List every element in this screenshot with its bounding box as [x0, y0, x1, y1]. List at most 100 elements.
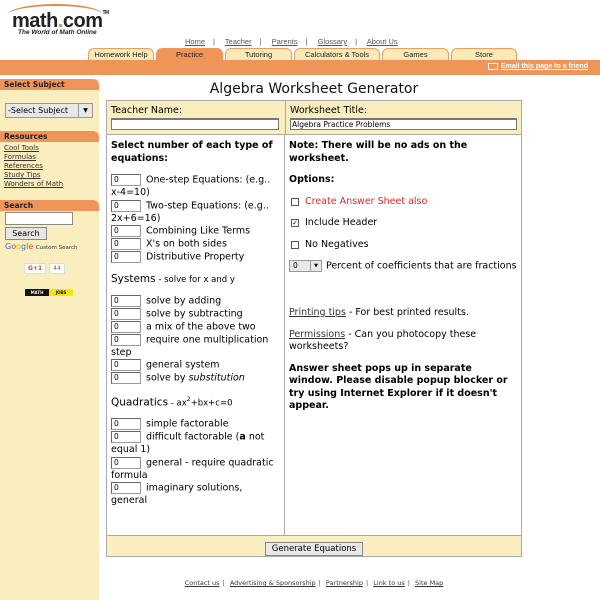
quadratic-row-simple: 0 simple factorable — [111, 418, 280, 431]
tab-store[interactable]: Store — [451, 48, 517, 60]
email-page-link[interactable]: Email this page to a friend — [487, 63, 588, 70]
xs-both-sides-count-input[interactable]: 0 — [111, 238, 141, 250]
teacher-name-label: Teacher Name: — [111, 105, 183, 116]
two-step-count-input[interactable]: 0 — [111, 199, 141, 212]
printing-tips-link[interactable]: Printing tips — [289, 307, 346, 318]
worksheet-title-label: Worksheet Title: — [290, 105, 368, 116]
options-heading: Options: — [289, 174, 335, 185]
permissions-row: Permissions - Can you photocopy these wo… — [289, 328, 477, 353]
percent-fractions-row: 0 ▼ Percent of coefficients that are fract… — [289, 260, 517, 273]
solve-by-adding-count-input[interactable]: 0 — [111, 294, 141, 307]
search-button[interactable]: Search — [5, 227, 47, 240]
simple-factorable-count-input[interactable]: 0 — [111, 418, 141, 430]
resource-link-cool-tools[interactable]: Cool Tools — [4, 144, 95, 153]
math-com-logo[interactable]: math.comTM The World of Math Online — [8, 4, 109, 38]
math-jobs-banner[interactable]: MATH JOBS — [25, 289, 73, 296]
resources-heading: Resources — [0, 131, 99, 142]
google-plus-widget: G+1 44 — [24, 263, 65, 274]
systems-heading: Systems - solve for x and y — [111, 273, 235, 285]
general-system-count-input[interactable]: 0 — [111, 359, 141, 371]
chevron-down-icon: ▼ — [78, 104, 92, 117]
system-row-subtracting: 0 solve by subtracting — [111, 307, 280, 321]
generate-equations-button[interactable]: Generate Equations — [264, 542, 364, 556]
popup-note: Answer sheet pops up in separate window.… — [289, 362, 508, 412]
form-footer: Generate Equations — [107, 535, 521, 556]
equation-row-distributive: 0 Distributive Property — [111, 251, 280, 264]
google-custom-search-logo: Google Custom Search — [5, 242, 78, 251]
one-multiplication-count-input[interactable]: 0 — [111, 333, 141, 346]
distributive-count-input[interactable]: 0 — [111, 251, 141, 263]
equation-types-column: Select number of each type of equations:… — [107, 135, 285, 535]
search-input[interactable] — [5, 212, 73, 225]
mix-count-input[interactable]: 0 — [111, 320, 141, 333]
no-negatives-checkbox[interactable] — [291, 240, 299, 249]
permissions-link[interactable]: Permissions — [289, 329, 345, 340]
envelope-icon — [487, 63, 498, 70]
tab-tutoring[interactable]: Tutoring — [225, 48, 292, 60]
one-step-count-input[interactable]: 0 — [111, 174, 141, 186]
footer-link-advertising[interactable]: Advertising & Sponsorship — [230, 579, 316, 587]
footer-link-site-map[interactable]: Site Map — [415, 579, 443, 587]
equation-row-one-step: 0 One-step Equations: (e.g.. x-4=10) — [111, 174, 271, 198]
top-link-parents[interactable]: Parents — [272, 37, 298, 46]
tab-practice[interactable]: Practice — [156, 48, 223, 60]
teacher-name-input[interactable] — [111, 118, 279, 130]
quadratic-row-general: 0 general - require quadratic formula — [111, 456, 274, 481]
resource-link-references[interactable]: References — [4, 162, 95, 171]
quadratic-row-imaginary: 0 imaginary solutions, general — [111, 482, 243, 506]
worksheet-form: Teacher Name: Worksheet Title: Algebra P… — [106, 100, 522, 557]
system-row-mix: 0a mix of the above two — [111, 320, 280, 334]
general-quadratic-count-input[interactable]: 0 — [111, 456, 141, 469]
equation-row-combining-like-terms: 0 Combining Like Terms — [111, 225, 280, 238]
system-row-multiplication: 0 require one multiplication step — [111, 333, 269, 358]
footer-link-link-to-us[interactable]: Link to us — [373, 579, 404, 587]
quadratics-heading: Quadratics - ax2+bx+c=0 — [111, 396, 233, 409]
footer-links: Contact us | Advertising & Sponsorship | P… — [184, 579, 444, 587]
resource-link-formulas[interactable]: Formulas — [4, 153, 95, 162]
options-column: Note: There will be no ads on the worksh… — [285, 135, 521, 535]
solve-by-subtracting-count-input[interactable]: 0 — [111, 307, 141, 320]
sidebar: Select Subject -Select Subject ▼ Resourc… — [0, 79, 99, 600]
worksheet-title-input[interactable]: Algebra Practice Problems — [290, 118, 517, 130]
resources-list: Cool Tools Formulas References Study Tip… — [0, 142, 99, 191]
equation-row-two-step: 0 Two-step Equations: (e.g.. 2x+6=16) — [111, 199, 269, 224]
combining-like-terms-count-input[interactable]: 0 — [111, 225, 141, 237]
imaginary-solutions-count-input[interactable]: 0 — [111, 482, 141, 494]
tab-homework-help[interactable]: Homework Help — [88, 48, 154, 60]
quadratic-row-difficult: 0 difficult factorable (a not equal 1) — [111, 431, 265, 455]
tab-calculators-tools[interactable]: Calculators & Tools — [294, 48, 380, 60]
option-include-header[interactable]: ✓ Include Header — [289, 217, 517, 230]
top-link-home[interactable]: Home — [185, 37, 205, 46]
answer-sheet-checkbox[interactable] — [291, 197, 299, 206]
logo-tagline: The World of Math Online — [18, 29, 97, 36]
top-link-about-us[interactable]: About Us — [367, 37, 398, 46]
select-subject-dropdown[interactable]: -Select Subject ▼ — [5, 103, 93, 118]
resource-link-study-tips[interactable]: Study Tips — [4, 171, 95, 180]
page-title: Algebra Worksheet Generator — [209, 81, 419, 97]
teacher-name-cell: Teacher Name: — [107, 101, 285, 135]
percent-fractions-select[interactable]: 0 ▼ — [289, 260, 322, 272]
search-heading: Search — [0, 200, 99, 211]
system-row-substitution: 0 solve by substitution — [111, 372, 280, 385]
main-tabs: Homework Help Practice Tutoring Calculat… — [88, 48, 519, 60]
difficult-factorable-count-input[interactable]: 0 — [111, 431, 141, 443]
include-header-checkbox[interactable]: ✓ — [291, 219, 299, 228]
google-plus-button[interactable]: G+1 — [24, 263, 47, 274]
footer-link-partnership[interactable]: Partnership — [326, 579, 363, 587]
top-link-teacher[interactable]: Teacher — [225, 37, 252, 46]
equation-row-xs-both-sides: 0 X's on both sides — [111, 238, 280, 251]
tab-games[interactable]: Games — [382, 48, 449, 60]
option-create-answer-sheet[interactable]: Create Answer Sheet also — [289, 196, 517, 209]
system-row-general: 0 general system — [111, 359, 280, 372]
resource-link-wonders-of-math[interactable]: Wonders of Math — [4, 180, 95, 189]
chevron-down-icon: ▼ — [310, 261, 321, 271]
substitution-count-input[interactable]: 0 — [111, 372, 141, 384]
worksheet-title-cell: Worksheet Title: Algebra Practice Proble… — [286, 101, 521, 135]
select-subject-value: -Select Subject — [8, 106, 69, 115]
footer-link-contact[interactable]: Contact us — [185, 579, 220, 587]
google-plus-count: 44 — [49, 263, 65, 274]
top-link-glossary[interactable]: Glossary — [318, 37, 348, 46]
email-page-text[interactable]: Email this page to a friend — [501, 63, 588, 70]
top-links: Home | Teacher | Parents | Glossary | About … — [185, 37, 398, 46]
option-no-negatives[interactable]: No Negatives — [289, 239, 517, 252]
